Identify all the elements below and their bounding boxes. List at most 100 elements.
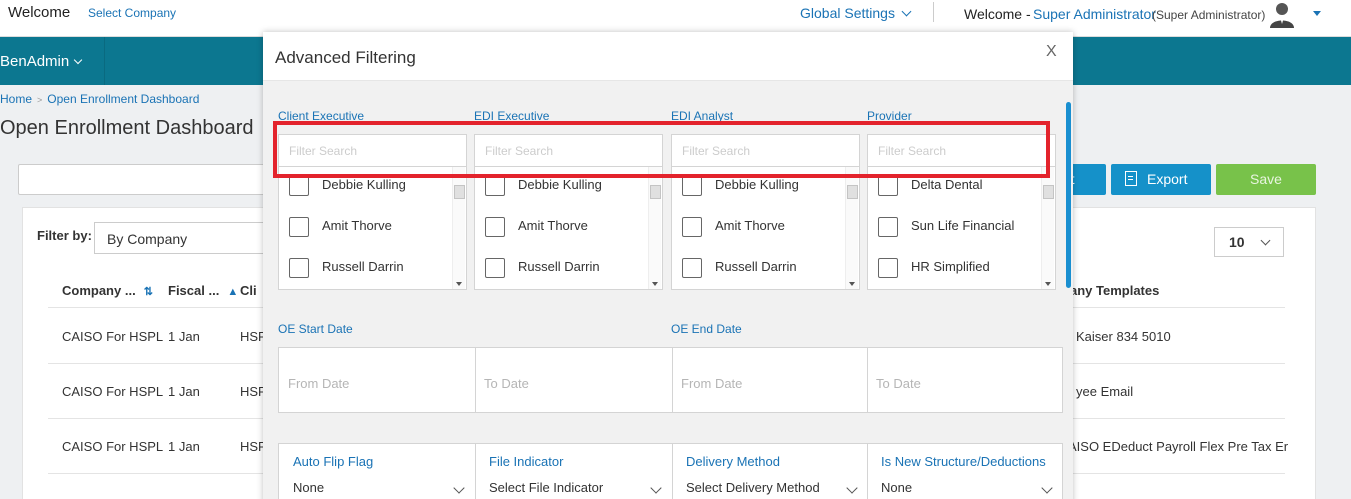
list-item-label: Debbie Kulling [518,177,602,192]
list-scrollbar[interactable] [845,167,858,289]
list-item-label: Debbie Kulling [715,177,799,192]
list-item-label: Sun Life Financial [911,218,1015,233]
close-button[interactable]: X [1046,43,1057,61]
oe-start-from-date-input[interactable]: From Date [279,348,475,412]
dashboard-search-input[interactable] [18,164,278,195]
cell-company: CAISO For HSPL [62,439,164,454]
chevron-down-icon [1260,235,1271,246]
page-title: Open Enrollment Dashboard [0,117,254,139]
cell-templates: Kaiser 834 5010 [1076,329,1171,344]
file-indicator-value: Select File Indicator [489,480,604,495]
sort-icon[interactable]: ⇅ [144,285,153,298]
scroll-thumb[interactable] [1043,185,1054,199]
checkbox[interactable] [682,217,702,237]
checkbox[interactable] [878,217,898,237]
filter-by-label: Filter by: [37,228,92,243]
new-structure-label: Is New Structure/Deductions [881,454,1046,469]
column-header-client[interactable]: Cli [240,283,257,298]
scroll-down-arrow-icon[interactable] [1045,282,1051,286]
checkbox[interactable] [878,258,898,278]
list-scrollbar[interactable] [648,167,661,289]
cell-company: CAISO For HSPL [62,384,164,399]
oe-start-date-label: OE Start Date [278,322,353,336]
filter-by-select[interactable]: By Company [94,222,264,254]
edi-executive-list: Debbie Kulling Amit Thorve Russell Darri… [474,167,663,290]
scroll-down-arrow-icon[interactable] [652,282,658,286]
export-button[interactable]: Export [1111,164,1211,195]
checkbox[interactable] [485,176,505,196]
scroll-down-arrow-icon[interactable] [849,282,855,286]
checkbox[interactable] [289,258,309,278]
modal-scrollbar[interactable] [1066,102,1071,288]
client-executive-label: Client Executive [278,109,365,123]
user-avatar-icon[interactable] [1267,0,1297,28]
cell-fiscal: 1 Jan [168,384,200,399]
list-item-label: Russell Darrin [322,259,404,274]
file-indicator-select[interactable]: File Indicator Select File Indicator [475,444,672,499]
cell-fiscal: 1 Jan [168,439,200,454]
modal-header: Advanced Filtering X [263,32,1073,81]
delivery-method-select[interactable]: Delivery Method Select Delivery Method [672,444,868,499]
save-button[interactable]: Save [1216,164,1316,195]
provider-label: Provider [867,109,912,123]
advanced-filtering-modal: Advanced Filtering X Client Executive Fi… [263,32,1073,499]
checkbox[interactable] [289,176,309,196]
cell-fiscal: 1 Jan [168,329,200,344]
delivery-method-label: Delivery Method [686,454,780,469]
page-size-value: 10 [1229,234,1245,250]
user-welcome-text: Welcome - [964,6,1031,22]
list-item-label: Russell Darrin [715,259,797,274]
delivery-method-value: Select Delivery Method [686,480,820,495]
oe-end-to-date-input[interactable]: To Date [867,348,1063,412]
global-settings-label: Global Settings [800,5,895,21]
new-structure-select[interactable]: Is New Structure/Deductions None [867,444,1063,499]
list-scrollbar[interactable] [452,167,465,289]
header-divider [933,2,934,22]
breadcrumb-home[interactable]: Home [0,92,32,106]
checkbox[interactable] [485,258,505,278]
breadcrumb: Home > Open Enrollment Dashboard [0,92,199,106]
list-item-label: Amit Thorve [518,218,588,233]
breadcrumb-current[interactable]: Open Enrollment Dashboard [47,92,199,106]
user-menu-caret-icon[interactable] [1313,11,1321,16]
brand-menu[interactable]: BenAdmin [0,37,105,85]
list-scrollbar[interactable] [1041,167,1054,289]
scroll-thumb[interactable] [650,185,661,199]
scroll-down-arrow-icon[interactable] [456,282,462,286]
column-header-company[interactable]: Company ... ⇅ [62,283,153,298]
edi-analyst-list: Debbie Kulling Amit Thorve Russell Darri… [671,167,860,290]
provider-search-input[interactable]: Filter Search [867,134,1056,167]
user-name-link[interactable]: Super Administrator [1033,6,1156,22]
modal-title: Advanced Filtering [275,48,416,67]
checkbox[interactable] [485,217,505,237]
cell-company: CAISO For HSPL [62,329,164,344]
scroll-thumb[interactable] [454,185,465,199]
oe-end-from-date-input[interactable]: From Date [672,348,868,412]
list-item-label: Debbie Kulling [322,177,406,192]
client-executive-search-input[interactable]: Filter Search [278,134,467,167]
options-group: Auto Flip Flag None File Indicator Selec… [278,443,1063,499]
checkbox[interactable] [289,217,309,237]
page-size-select[interactable]: 10 [1214,227,1284,257]
scroll-thumb[interactable] [847,185,858,199]
checkbox[interactable] [878,176,898,196]
column-header-fiscal[interactable]: Fiscal ... ▲ [168,283,238,298]
oe-end-date-label: OE End Date [671,322,742,336]
chevron-down-icon [846,482,858,494]
chevron-down-icon [1041,482,1053,494]
checkbox[interactable] [682,258,702,278]
list-item-label: Russell Darrin [518,259,600,274]
oe-start-to-date-input[interactable]: To Date [475,348,672,412]
global-settings-menu[interactable]: Global Settings [800,5,912,21]
column-header-templates[interactable]: any Templates [1070,283,1159,298]
sort-icon[interactable]: ▲ [227,286,238,298]
chevron-down-icon [73,55,83,65]
list-item-label: HR Simplified [911,259,990,274]
select-company-link[interactable]: Select Company [88,6,176,20]
cell-templates: yee Email [1076,384,1134,399]
edi-executive-search-input[interactable]: Filter Search [474,134,663,167]
cell-templates: AISO EDeduct Payroll Flex Pre Tax Er [1068,439,1289,454]
checkbox[interactable] [682,176,702,196]
auto-flip-flag-select[interactable]: Auto Flip Flag None [279,444,475,499]
edi-analyst-search-input[interactable]: Filter Search [671,134,860,167]
